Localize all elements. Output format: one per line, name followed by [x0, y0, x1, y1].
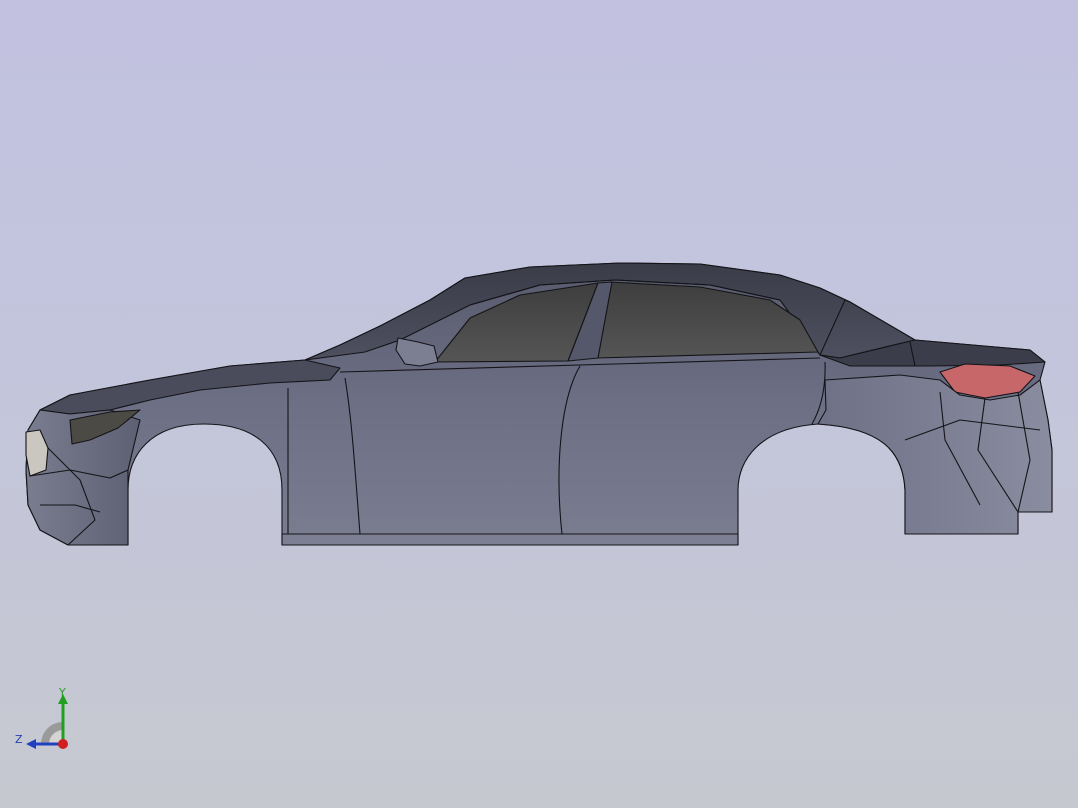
- orientation-triad[interactable]: Y Z: [8, 684, 80, 756]
- x-axis-dot: [58, 739, 68, 749]
- graphics-viewport[interactable]: Y Z: [0, 0, 1078, 808]
- rocker-panel: [281, 533, 739, 546]
- y-axis-label: Y: [59, 686, 66, 699]
- car-body-model[interactable]: [0, 0, 1078, 808]
- z-axis-arrow: [26, 739, 36, 749]
- z-axis-label: Z: [15, 733, 23, 746]
